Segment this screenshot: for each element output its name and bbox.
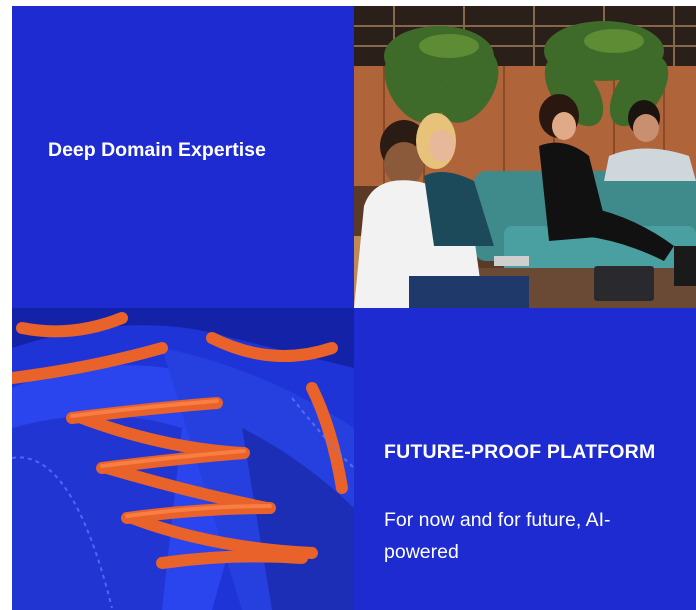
shoe-photo-illustration	[12, 308, 354, 610]
team-photo	[354, 6, 696, 308]
platform-title: FUTURE-PROOF PLATFORM	[384, 441, 656, 463]
platform-subtitle: For now and for future, AI-powered	[384, 509, 611, 563]
future-proof-platform-card: FUTURE-PROOF PLATFORM For now and for fu…	[354, 308, 696, 610]
team-photo-illustration	[354, 6, 696, 308]
domain-expertise-title: Deep Domain Expertise	[48, 139, 266, 161]
domain-expertise-card: Deep Domain Expertise	[12, 6, 354, 308]
feature-grid: Deep Domain Expertise FUTURE-PROOF PLATF…	[0, 0, 696, 610]
shoe-photo	[12, 308, 354, 610]
